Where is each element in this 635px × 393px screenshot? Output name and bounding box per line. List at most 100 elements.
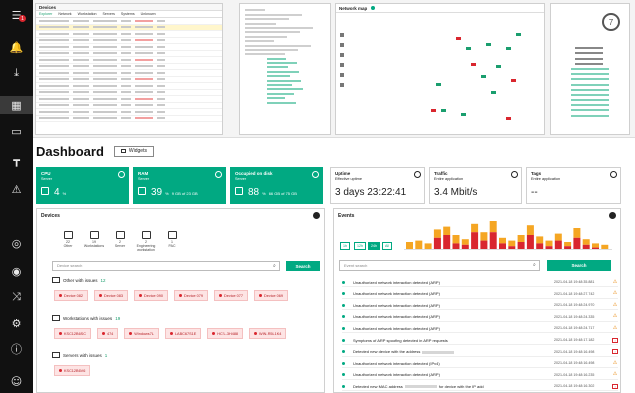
event-bar-warning[interactable]	[601, 244, 609, 249]
issue-group-header[interactable]: Workstations with issues 19	[52, 315, 120, 321]
device-chip[interactable]: Windows7L	[124, 328, 159, 339]
event-bar-warning[interactable]	[582, 239, 590, 245]
event-row[interactable]: Detected new device with the address 2021…	[342, 348, 618, 357]
event-bar-critical[interactable]	[592, 247, 599, 249]
alert-icon[interactable]: ⚠	[0, 180, 33, 198]
event-row[interactable]: Unauthorized network interaction detecte…	[342, 324, 618, 334]
preview-tab[interactable]: Systems	[121, 12, 135, 17]
settings-icon[interactable]: ⚙	[0, 314, 33, 332]
device-type-4[interactable]: 1 PAC	[161, 231, 183, 248]
bell-icon[interactable]: 🔔	[0, 38, 33, 56]
network-icon[interactable]: ◉	[0, 262, 33, 280]
event-bar-critical[interactable]	[461, 244, 469, 249]
event-bar-critical[interactable]	[526, 235, 534, 249]
event-bar-critical[interactable]	[582, 244, 590, 249]
info-icon[interactable]: ⓘ	[0, 340, 33, 358]
event-search-button[interactable]: Search	[547, 260, 611, 271]
event-bar-critical[interactable]	[564, 246, 572, 249]
event-bar-critical[interactable]	[443, 235, 451, 249]
event-bar-warning[interactable]	[554, 233, 562, 241]
event-bar-warning[interactable]	[508, 240, 516, 247]
device-chip[interactable]: Device 069	[254, 290, 288, 301]
event-bar-warning[interactable]	[480, 232, 488, 241]
event-bar-warning[interactable]	[517, 235, 525, 242]
network-node[interactable]	[491, 91, 496, 94]
map-tool-icon[interactable]	[340, 33, 344, 37]
event-bar-warning[interactable]	[452, 235, 460, 244]
range-12h[interactable]: 12h	[354, 242, 366, 250]
device-type-2[interactable]: 2 Server	[109, 231, 131, 248]
network-node[interactable]	[461, 113, 466, 116]
network-node[interactable]	[486, 43, 491, 46]
network-node[interactable]	[436, 83, 441, 86]
event-bar-warning[interactable]	[433, 229, 441, 238]
event-bar-critical[interactable]	[517, 242, 525, 249]
topology-icon[interactable]: ┳	[0, 151, 33, 169]
event-bar-warning[interactable]	[573, 228, 581, 238]
network-node[interactable]	[506, 117, 511, 120]
device-chip[interactable]: Device 090	[134, 290, 168, 301]
events-settings-icon[interactable]	[609, 212, 616, 219]
event-bar-warning[interactable]	[424, 243, 432, 249]
map-tool-icon[interactable]	[340, 53, 344, 57]
network-node[interactable]	[506, 47, 511, 50]
preview-tab[interactable]: Network	[58, 12, 71, 17]
card-settings-icon[interactable]	[511, 171, 518, 178]
device-chip[interactable]: KSC12B6SC	[54, 328, 91, 339]
event-row[interactable]: Unauthorized network interaction detecte…	[342, 290, 618, 299]
map-tool-icon[interactable]	[340, 83, 344, 87]
dashboard-icon[interactable]: ▦	[0, 96, 33, 114]
preview-tab[interactable]: Workstation	[78, 12, 97, 17]
event-bar-critical[interactable]	[545, 246, 553, 249]
network-node[interactable]	[481, 75, 486, 78]
event-bar-critical[interactable]	[471, 232, 479, 249]
issue-group-header[interactable]: Other with issues 12	[52, 277, 106, 283]
device-chip[interactable]: Device 082	[54, 290, 88, 301]
event-row[interactable]: Detected new MAC address for device with …	[342, 382, 618, 392]
event-bar-critical[interactable]	[573, 237, 581, 249]
widgets-button[interactable]: Widgets	[113, 145, 154, 157]
map-legend-preview-pane[interactable]: 7	[550, 3, 630, 135]
device-chip[interactable]: 474	[96, 328, 119, 339]
issue-group-header[interactable]: Servers with issues 1	[52, 352, 107, 358]
device-chip[interactable]: KSC12B6V6	[54, 365, 91, 376]
event-bar-warning[interactable]	[406, 242, 413, 249]
map-tool-icon[interactable]	[340, 73, 344, 77]
event-bar-warning[interactable]	[499, 237, 506, 244]
event-bar-warning[interactable]	[415, 240, 423, 249]
event-row[interactable]: Unauthorized network interaction detecte…	[342, 301, 618, 311]
metric-card[interactable]: Uptime Effective uptime 3 days 23:22:41	[330, 167, 425, 204]
device-type-0[interactable]: 22 Other	[57, 231, 79, 248]
event-row[interactable]: Unauthorized network interaction detecte…	[342, 359, 618, 369]
event-bar-critical[interactable]	[508, 246, 516, 249]
network-node[interactable]	[456, 37, 461, 40]
event-bar-warning[interactable]	[564, 242, 572, 247]
network-node[interactable]	[511, 79, 516, 82]
device-chip[interactable]: WIN-R5L1K4	[249, 328, 287, 339]
event-row[interactable]: Unauthorized network interaction detecte…	[342, 278, 618, 287]
range-1h[interactable]: 1h	[340, 242, 350, 250]
globe-icon[interactable]: ◎	[0, 234, 33, 252]
card-settings-icon[interactable]	[414, 171, 421, 178]
device-chip[interactable]: HC'L-3H488	[207, 328, 244, 339]
preview-tab[interactable]: Unknown	[141, 12, 156, 17]
card-settings-icon[interactable]	[215, 171, 222, 178]
event-bar-critical[interactable]	[480, 240, 488, 249]
network-node[interactable]	[431, 109, 436, 112]
device-chip[interactable]: Device 083	[94, 290, 128, 301]
event-bar-critical[interactable]	[433, 237, 441, 249]
metric-card[interactable]: Occupied on disk Server 88% 66 GB of 75 GB	[230, 167, 323, 204]
network-node[interactable]	[471, 63, 476, 66]
device-detail-preview-pane[interactable]	[239, 3, 331, 135]
event-bar-warning[interactable]	[545, 240, 553, 247]
event-bar-warning[interactable]	[489, 221, 497, 233]
map-tool-icon[interactable]	[340, 63, 344, 67]
devices-settings-icon[interactable]	[313, 212, 320, 219]
user-icon[interactable]: ☺	[0, 372, 33, 390]
network-node[interactable]	[516, 33, 521, 36]
network-node[interactable]	[466, 47, 471, 50]
network-map-canvas[interactable]	[336, 13, 545, 135]
device-chip[interactable]: Device 079	[174, 290, 208, 301]
event-bar-warning[interactable]	[526, 225, 534, 235]
devices-preview-pane[interactable]: Devices Explorer Network Workstation Server…	[35, 3, 223, 135]
